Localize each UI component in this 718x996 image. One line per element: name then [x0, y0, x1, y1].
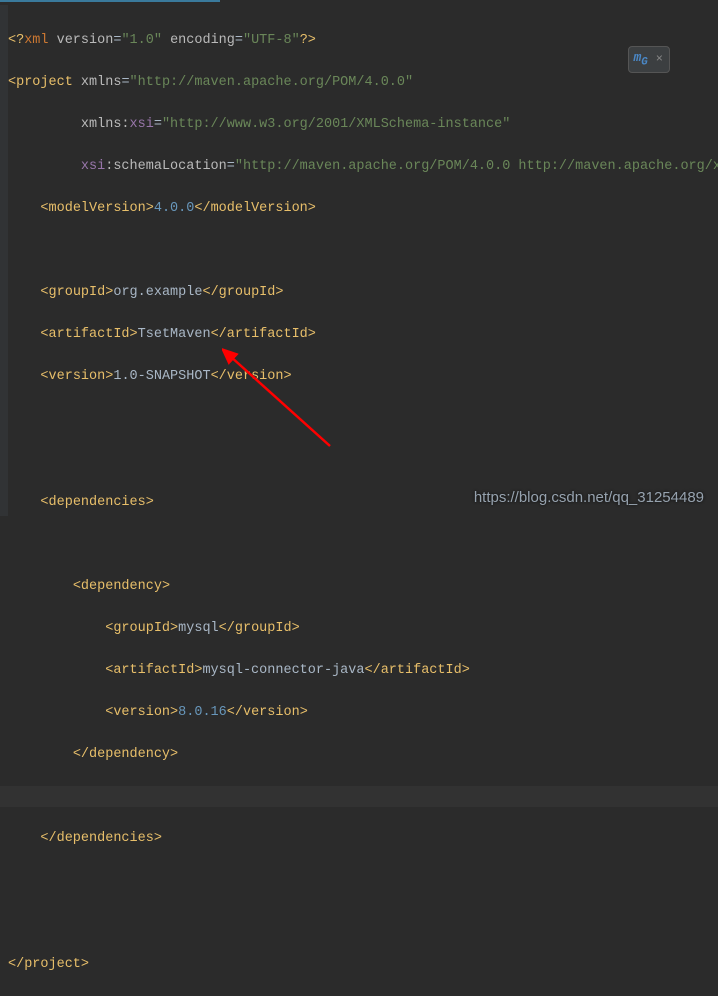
editor-gutter	[0, 5, 8, 516]
xml-declaration: <?xml version="1.0" encoding="UTF-8"?>	[8, 30, 718, 51]
close-icon[interactable]: ×	[654, 52, 665, 66]
watermark-text: https://blog.csdn.net/qq_31254489	[474, 489, 704, 506]
maven-icon[interactable]: mG	[633, 50, 647, 69]
maven-toolbar[interactable]: mG ×	[628, 46, 670, 73]
